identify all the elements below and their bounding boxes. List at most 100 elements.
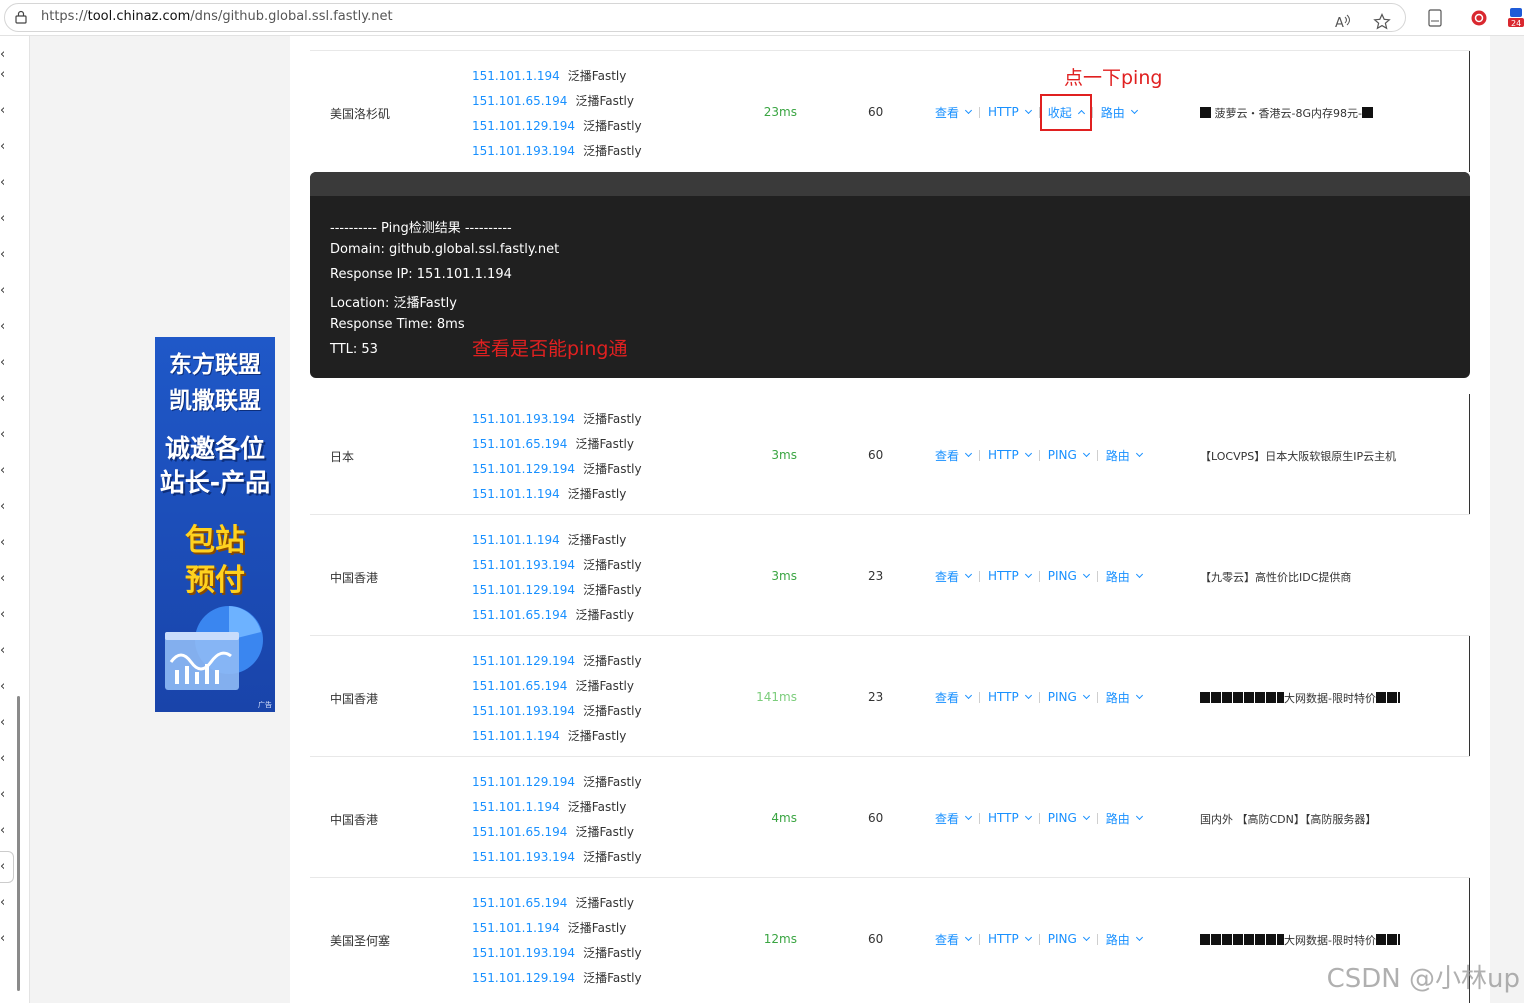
chevron-left-icon[interactable]: ‹ [0,860,12,874]
http-dropdown[interactable]: HTTP [980,105,1039,119]
http-dropdown[interactable]: HTTP [980,448,1039,462]
ip-link[interactable]: 151.101.193.194 [472,558,575,572]
url-text[interactable]: https://tool.chinaz.com/dns/github.globa… [41,9,393,24]
ip-link[interactable]: 151.101.129.194 [472,462,575,476]
sponsor-link[interactable]: 国内外 【高防CDN】【高防服务器】 [1200,811,1376,827]
chevron-left-icon[interactable]: ‹ [0,176,12,190]
sponsor-link[interactable]: 大网数据-限时特价 [1200,690,1400,706]
chevron-left-icon[interactable]: ‹ [0,716,12,730]
ip-link[interactable]: 151.101.65.194 [472,608,567,622]
ping-dropdown[interactable]: PING [1040,690,1097,704]
http-dropdown[interactable]: HTTP [980,932,1039,946]
view-dropdown[interactable]: 查看 [935,104,979,121]
http-dropdown[interactable]: HTTP [980,569,1039,583]
view-dropdown[interactable]: 查看 [935,447,979,464]
ip-link[interactable]: 151.101.193.194 [472,412,575,426]
chevron-left-icon[interactable]: ‹ [0,788,12,802]
route-dropdown[interactable]: 路由 [1098,810,1150,827]
chevron-left-icon[interactable]: ‹ [0,932,12,946]
collapse-ping-button[interactable]: 收起 [1039,93,1092,131]
ip-link[interactable]: 151.101.1.194 [472,921,560,935]
chevron-left-icon[interactable]: ‹ [0,104,12,118]
chevron-left-icon[interactable]: ‹ [0,752,12,766]
route-dropdown[interactable]: 路由 [1098,689,1150,706]
ip-entry: 151.101.193.194 泛播Fastly [472,410,642,427]
ip-link[interactable]: 151.101.129.194 [472,583,575,597]
route-dropdown[interactable]: 路由 [1098,931,1150,948]
route-dropdown[interactable]: 路由 [1098,568,1150,585]
route-dropdown[interactable]: 路由 [1098,447,1150,464]
view-label: 查看 [935,105,960,120]
ip-link[interactable]: 151.101.65.194 [472,896,567,910]
chevron-left-icon[interactable]: ‹ [0,536,12,550]
annotation-click-ping: 点一下ping [1064,67,1163,89]
ping-dropdown[interactable]: PING [1040,448,1097,462]
ping-dropdown[interactable]: PING [1040,811,1097,825]
ip-link[interactable]: 151.101.65.194 [472,94,567,108]
ip-link[interactable]: 151.101.129.194 [472,971,575,985]
chevron-left-icon[interactable]: ‹ [0,140,12,154]
chevron-left-icon[interactable]: ‹ [0,212,12,226]
chevron-left-icon[interactable]: ‹ [0,464,12,478]
sponsor-link[interactable]: 【LOCVPS】日本大阪软银原生IP云主机 [1200,448,1396,464]
chevron-left-icon[interactable]: ‹ [0,428,12,442]
ip-link[interactable]: 151.101.65.194 [472,679,567,693]
redacted-block [1200,107,1211,118]
chevron-left-icon[interactable]: ‹ [0,500,12,514]
chevron-left-icon[interactable]: ‹ [0,896,12,910]
sponsor-link[interactable]: 菠萝云・香港云-8G内存98元- [1200,105,1373,121]
route-dropdown[interactable]: 路由 [1093,104,1145,121]
chevron-left-icon[interactable]: ‹ [0,68,12,82]
scrollbar-thumb[interactable] [17,696,20,991]
http-dropdown[interactable]: HTTP [980,690,1039,704]
chevron-left-icon[interactable]: ‹ [0,824,12,838]
chevron-left-icon[interactable]: ‹ [0,644,12,658]
ip-link[interactable]: 151.101.65.194 [472,825,567,839]
ip-link[interactable]: 151.101.193.194 [472,144,575,158]
chevron-left-icon[interactable]: ‹ [0,392,12,406]
ip-link[interactable]: 151.101.193.194 [472,704,575,718]
extension-shield-icon[interactable] [1469,8,1489,28]
ip-link[interactable]: 151.101.1.194 [472,487,560,501]
chevron-left-icon[interactable]: ‹ [0,356,12,370]
side-advertisement[interactable]: 东方联盟 凯撒联盟 诚邀各位 站长-产品 包站 预付 广告 [155,337,275,712]
route-label: 路由 [1105,811,1130,826]
ip-link[interactable]: 151.101.1.194 [472,533,560,547]
ping-dropdown[interactable]: PING [1040,932,1097,946]
chevron-left-icon[interactable]: ‹ [0,320,12,334]
view-label: 查看 [935,569,960,584]
chevron-left-icon[interactable]: ‹ [0,680,12,694]
ip-link[interactable]: 151.101.193.194 [472,946,575,960]
view-dropdown[interactable]: 查看 [935,689,979,706]
chevron-left-icon[interactable]: ‹ [0,608,12,622]
ip-link[interactable]: 151.101.1.194 [472,729,560,743]
reading-list-icon[interactable] [1425,8,1445,28]
ip-link[interactable]: 151.101.1.194 [472,69,560,83]
favorite-star-icon[interactable] [1372,12,1392,32]
sponsor-link[interactable]: 大网数据-限时特价 [1200,932,1400,948]
chevron-left-icon[interactable]: ‹ [0,248,12,262]
ip-link[interactable]: 151.101.65.194 [472,437,567,451]
extension-badge-icon[interactable]: 24 [1508,8,1524,28]
watermark: CSDN @小林up [1326,964,1520,994]
view-dropdown[interactable]: 查看 [935,810,979,827]
ip-link[interactable]: 151.101.1.194 [472,800,560,814]
sponsor-link[interactable]: 【九零云】高性价比IDC提供商 [1200,569,1351,585]
extension-badge-count: 24 [1511,19,1521,28]
ip-link[interactable]: 151.101.129.194 [472,654,575,668]
ip-link[interactable]: 151.101.129.194 [472,119,575,133]
chevron-left-icon[interactable]: ‹ [0,572,12,586]
view-dropdown[interactable]: 查看 [935,568,979,585]
ip-link[interactable]: 151.101.193.194 [472,850,575,864]
ip-isp: 泛播Fastly [575,825,634,839]
read-aloud-icon[interactable]: A [1333,12,1353,32]
ping-label: PING [1047,811,1077,825]
ip-link[interactable]: 151.101.129.194 [472,775,575,789]
address-bar[interactable]: https://tool.chinaz.com/dns/github.globa… [4,3,1406,32]
view-dropdown[interactable]: 查看 [935,931,979,948]
lock-icon[interactable] [15,10,27,24]
chevron-left-icon[interactable]: ‹ [0,284,12,298]
chevron-left-icon[interactable]: ‹ [0,48,12,62]
http-dropdown[interactable]: HTTP [980,811,1039,825]
ping-dropdown[interactable]: PING [1040,569,1097,583]
